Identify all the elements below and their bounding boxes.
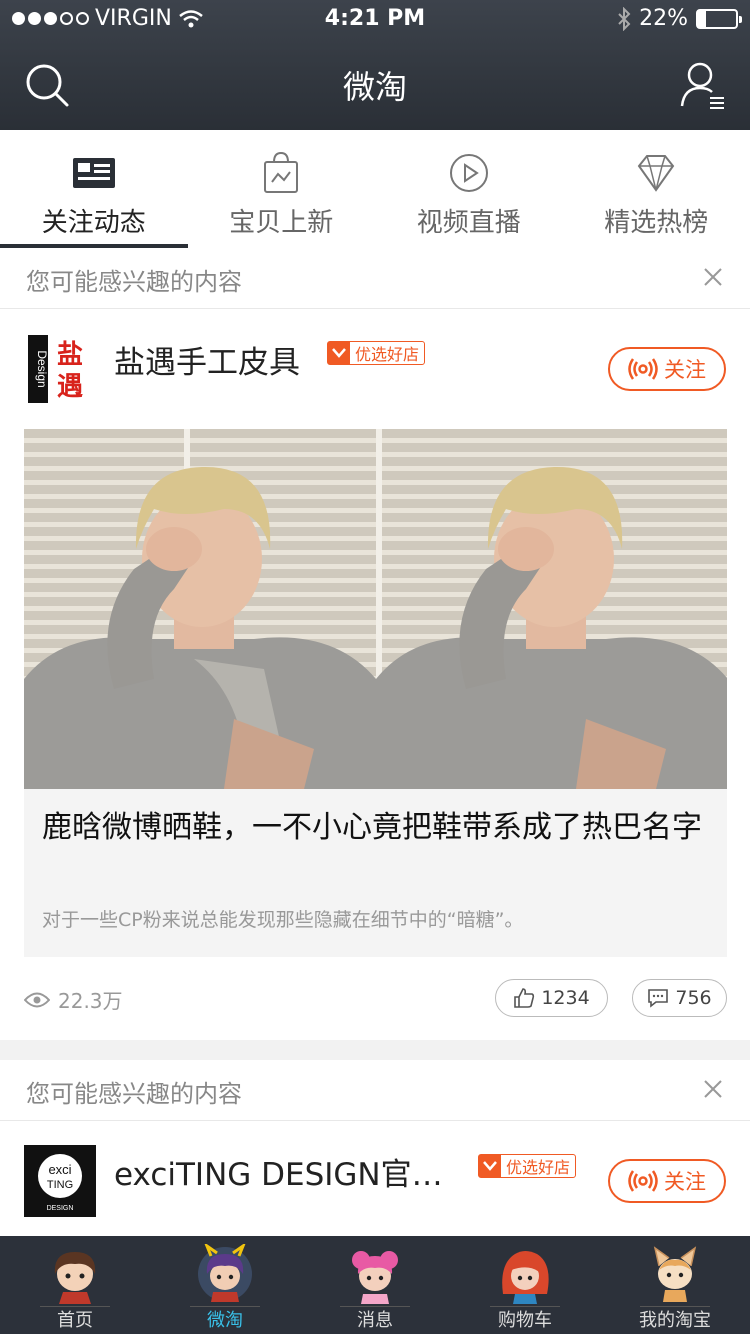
follow-button[interactable]: 关注	[608, 1159, 726, 1203]
status-bar: VIRGIN 4:21 PM 22%	[0, 0, 750, 40]
top-bar: VIRGIN 4:21 PM 22% 微淘	[0, 0, 750, 130]
bluetooth-icon	[618, 6, 631, 31]
my-taobao-avatar-icon	[653, 1246, 697, 1302]
battery-icon	[696, 8, 742, 29]
category-tabs: 关注动态 宝贝上新 视频直播 精选热榜	[0, 130, 750, 249]
nav-bar: 微淘	[0, 40, 750, 130]
tabbar-my-taobao[interactable]: 我的淘宝	[600, 1236, 750, 1334]
bottom-tab-bar: 首页 微淘 消息 购物车 我的淘宝	[0, 1236, 750, 1334]
tabbar-label: 我的淘宝	[639, 1310, 711, 1331]
post-title: 鹿晗微博晒鞋，一不小心竟把鞋带系成了热巴名字	[42, 810, 702, 845]
post-image[interactable]	[24, 429, 727, 789]
comment-button[interactable]: 756	[632, 979, 727, 1017]
tab-label: 宝贝上新	[229, 208, 334, 238]
section-title: 您可能感兴趣的内容	[26, 1080, 242, 1108]
quality-shop-badge: 优选好店	[478, 1154, 577, 1178]
svg-text:exci: exci	[48, 1162, 71, 1177]
news-card-icon	[72, 158, 115, 188]
close-icon[interactable]	[702, 266, 724, 288]
tab-label: 精选热榜	[604, 208, 709, 238]
home-avatar-icon	[54, 1252, 96, 1304]
post-stats: 22.3万 1234 756	[24, 979, 727, 1019]
post-photo-left	[24, 429, 376, 789]
messages-avatar-icon	[352, 1251, 398, 1304]
v-chevron-icon	[328, 342, 350, 364]
page-title: 微淘	[342, 68, 407, 106]
tabbar-label: 微淘	[207, 1310, 243, 1331]
tab-video-live[interactable]: 视频直播	[375, 130, 563, 248]
diamond-icon	[637, 155, 675, 192]
post-text-block[interactable]: 鹿晗微博晒鞋，一不小心竟把鞋带系成了热巴名字 对于一些CP粉来说总能发现那些隐藏…	[24, 789, 727, 957]
cart-avatar-icon	[502, 1251, 549, 1304]
feed-card: exci TING DESIGN exciTING DESIGN官… 优选好店 …	[0, 1121, 750, 1236]
tab-new-products[interactable]: 宝贝上新	[188, 130, 376, 248]
broadcast-icon	[628, 1170, 658, 1192]
tab-following-feed[interactable]: 关注动态	[0, 130, 188, 248]
tab-hot-picks[interactable]: 精选热榜	[563, 130, 750, 248]
shopping-bag-icon	[264, 151, 299, 193]
shop-name[interactable]: exciTING DESIGN官…	[114, 1149, 443, 1194]
tabbar-label: 消息	[357, 1310, 393, 1331]
tabbar-label: 首页	[57, 1310, 93, 1331]
shop-logo[interactable]: exci TING DESIGN	[24, 1145, 96, 1217]
broadcast-icon	[628, 358, 658, 380]
svg-text:盐: 盐	[57, 340, 83, 370]
recommend-header: 您可能感兴趣的内容	[0, 1060, 750, 1121]
close-icon[interactable]	[702, 1078, 724, 1100]
tabbar-messages[interactable]: 消息	[300, 1236, 450, 1334]
view-count: 22.3万	[24, 985, 123, 1014]
shop-logo[interactable]: Design 盐 遇	[24, 333, 96, 405]
post-description: 对于一些CP粉来说总能发现那些隐藏在细节中的“暗糖”。	[42, 909, 524, 931]
play-circle-icon	[449, 154, 488, 192]
battery-fill	[698, 10, 707, 27]
tabbar-weitao[interactable]: 微淘	[150, 1236, 300, 1334]
tabbar-cart[interactable]: 购物车	[450, 1236, 600, 1334]
svg-text:DESIGN: DESIGN	[47, 1205, 74, 1212]
shop-name[interactable]: 盐遇手工皮具	[114, 337, 300, 382]
comment-icon	[648, 989, 669, 1008]
section-title: 您可能感兴趣的内容	[26, 268, 242, 296]
tabbar-home[interactable]: 首页	[0, 1236, 150, 1334]
user-list-icon[interactable]	[680, 60, 726, 110]
svg-text:遇: 遇	[57, 372, 83, 402]
weitao-avatar-icon	[198, 1244, 252, 1302]
svg-text:Design: Design	[35, 350, 49, 387]
v-chevron-icon	[479, 1155, 501, 1177]
battery-percent: 22%	[639, 6, 688, 31]
tab-label: 关注动态	[41, 208, 146, 238]
eye-icon	[24, 992, 50, 1007]
recommend-header: 您可能感兴趣的内容	[0, 248, 750, 309]
quality-shop-badge: 优选好店	[327, 341, 426, 365]
tabbar-label: 购物车	[498, 1310, 552, 1331]
thumbs-up-icon	[514, 988, 535, 1008]
svg-text:TING: TING	[47, 1179, 73, 1191]
like-button[interactable]: 1234	[495, 979, 608, 1017]
tab-label: 视频直播	[416, 208, 521, 238]
follow-button[interactable]: 关注	[608, 347, 726, 391]
post-photo-right	[375, 429, 727, 789]
feed-card: Design 盐 遇 盐遇手工皮具 优选好店 关注 鹿晗微博晒鞋，一不小心竟把鞋…	[0, 309, 750, 1040]
